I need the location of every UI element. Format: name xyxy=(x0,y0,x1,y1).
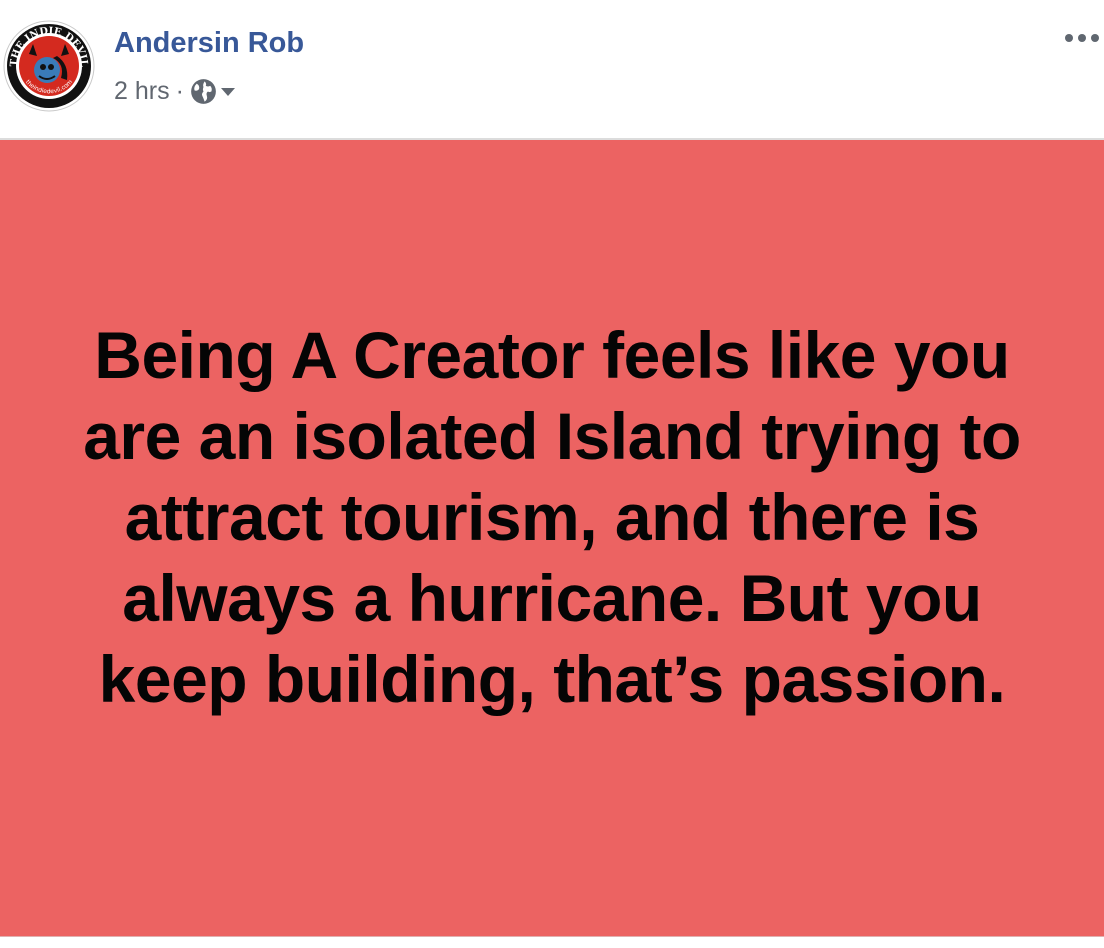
post-header: THE INDIE DEVIL theindiedevil.com Anders… xyxy=(0,0,1104,138)
more-options-button[interactable] xyxy=(1060,20,1104,56)
author-name-link[interactable]: Andersin Rob xyxy=(114,27,304,60)
post-meta: 2 hrs · xyxy=(114,74,239,108)
indie-devil-logo-icon: THE INDIE DEVIL theindiedevil.com xyxy=(3,20,95,112)
globe-icon xyxy=(191,78,216,104)
status-text: Being A Creator feels like you are an is… xyxy=(83,317,1021,716)
post-card: THE INDIE DEVIL theindiedevil.com Anders… xyxy=(0,0,1104,948)
audience-selector[interactable] xyxy=(190,78,239,105)
ellipsis-icon xyxy=(1065,34,1099,42)
status-background: Being A Creator feels like you are an is… xyxy=(0,140,1104,936)
meta-separator: · xyxy=(175,76,184,105)
caret-down-icon xyxy=(220,88,235,96)
post-timestamp[interactable]: 2 hrs xyxy=(114,77,170,106)
author-avatar[interactable]: THE INDIE DEVIL theindiedevil.com xyxy=(3,20,95,112)
card-bottom-border xyxy=(0,936,1104,948)
